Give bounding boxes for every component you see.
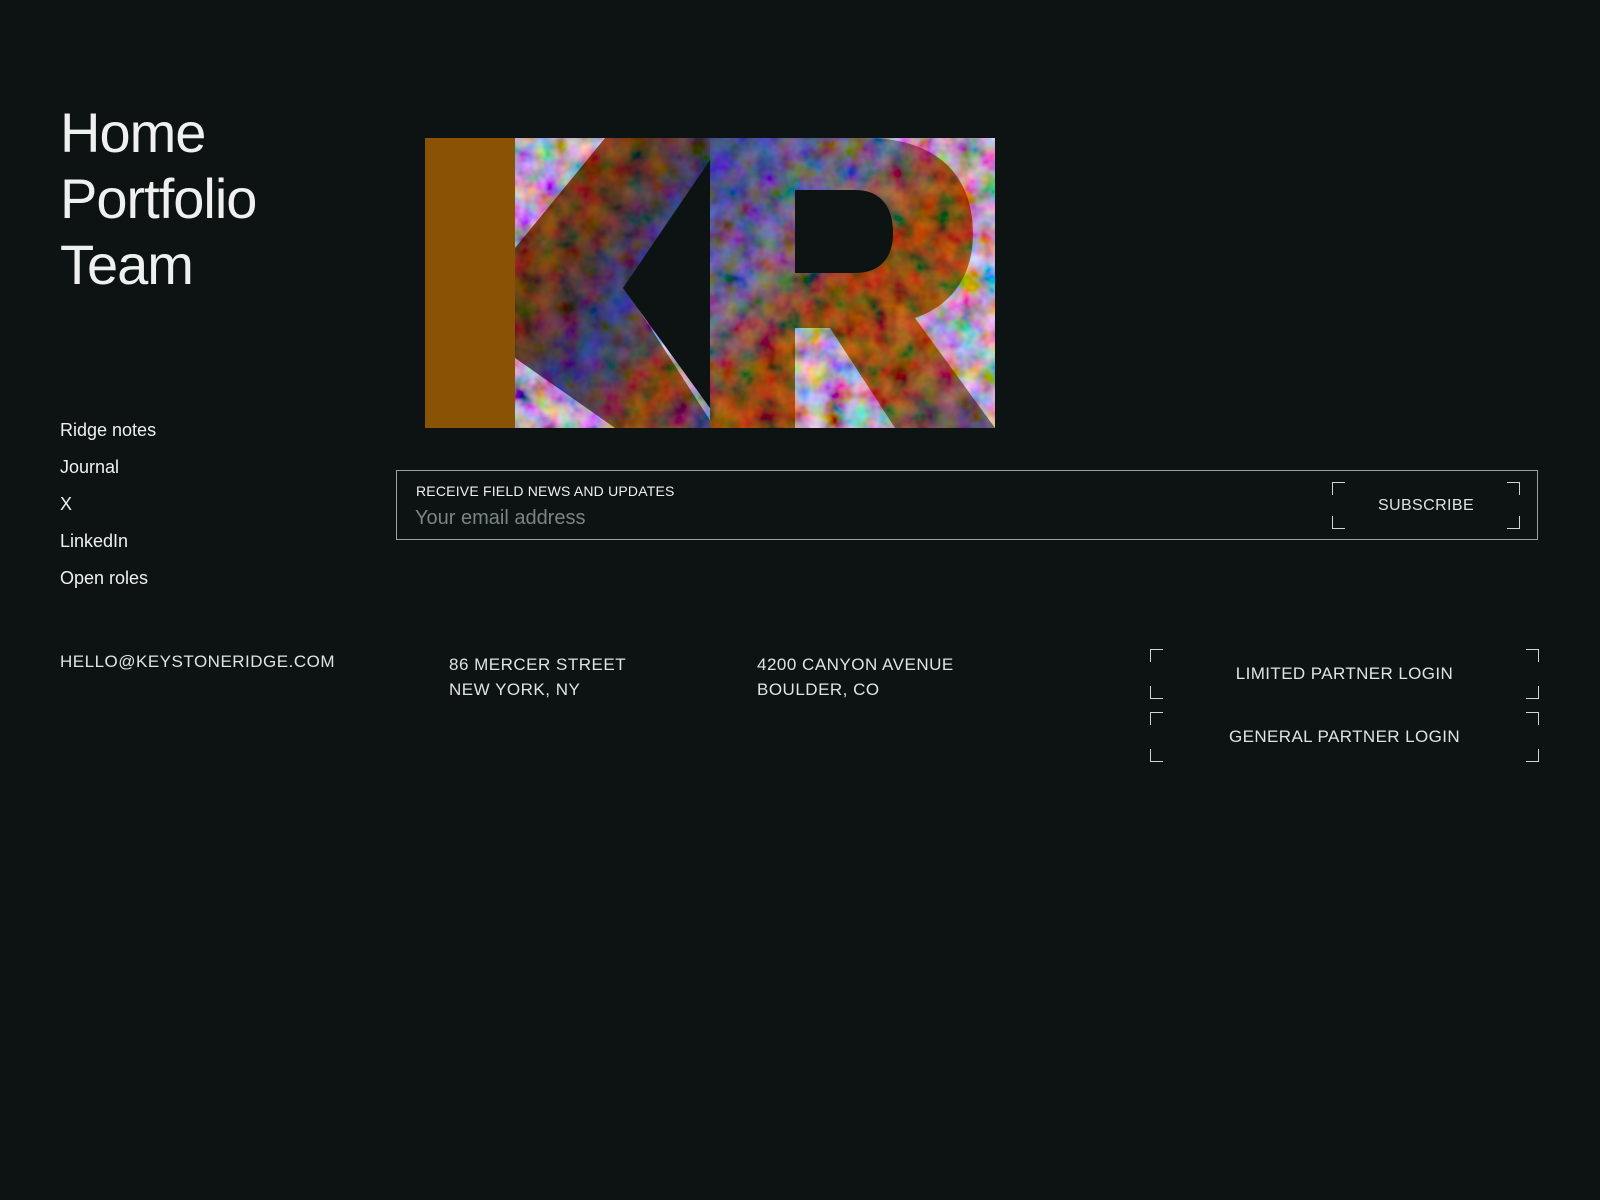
corner-bracket	[1526, 649, 1539, 662]
gp-login-label: GENERAL PARTNER LOGIN	[1228, 727, 1461, 746]
contact-email-link[interactable]: HELLO@KEYSTONERIDGE.COM	[60, 652, 335, 672]
address-line: 86 MERCER STREET	[449, 655, 627, 674]
newsletter-form: RECEIVE FIELD NEWS AND UPDATES SUBSCRIBE	[396, 470, 1538, 540]
x-link[interactable]: X	[60, 486, 156, 523]
subscribe-button[interactable]: SUBSCRIBE	[1332, 482, 1520, 529]
secondary-nav: Ridge notes Journal X LinkedIn Open role…	[60, 412, 156, 597]
page: Home Portfolio Team Ridge notes Journal …	[0, 0, 1600, 1200]
nav-portfolio-link[interactable]: Portfolio	[60, 166, 257, 232]
subscribe-label: SUBSCRIBE	[1377, 496, 1475, 514]
linkedin-link[interactable]: LinkedIn	[60, 523, 156, 560]
corner-bracket	[1150, 712, 1163, 725]
k-stem-shape	[425, 138, 515, 428]
limited-partner-login-button[interactable]: LIMITED PARTNER LOGIN	[1150, 649, 1539, 699]
email-input[interactable]	[415, 505, 1275, 531]
address-boulder: 4200 CANYON AVENUE BOULDER, CO	[757, 652, 954, 702]
kr-logo-graphic	[425, 138, 995, 428]
address-line: NEW YORK, NY	[449, 680, 581, 699]
r-counter-shape	[795, 190, 893, 273]
r-letter-shape	[710, 138, 995, 428]
corner-bracket	[1150, 686, 1163, 699]
corner-bracket	[1507, 516, 1520, 529]
ridge-notes-link[interactable]: Ridge notes	[60, 412, 156, 449]
corner-bracket	[1526, 749, 1539, 762]
primary-nav: Home Portfolio Team	[60, 100, 257, 298]
nav-home-link[interactable]: Home	[60, 100, 256, 166]
corner-bracket	[1150, 749, 1163, 762]
corner-bracket	[1507, 482, 1520, 495]
corner-bracket	[1526, 686, 1539, 699]
address-line: 4200 CANYON AVENUE	[757, 655, 954, 674]
journal-link[interactable]: Journal	[60, 449, 156, 486]
corner-bracket	[1150, 649, 1163, 662]
newsletter-label: RECEIVE FIELD NEWS AND UPDATES	[416, 483, 675, 499]
corner-bracket	[1526, 712, 1539, 725]
lp-login-label: LIMITED PARTNER LOGIN	[1235, 664, 1454, 683]
general-partner-login-button[interactable]: GENERAL PARTNER LOGIN	[1150, 712, 1539, 762]
corner-bracket	[1332, 482, 1345, 495]
corner-bracket	[1332, 516, 1345, 529]
address-new-york: 86 MERCER STREET NEW YORK, NY	[449, 652, 626, 702]
kr-monogram-logo	[425, 138, 995, 428]
nav-team-link[interactable]: Team	[60, 232, 256, 298]
open-roles-link[interactable]: Open roles	[60, 560, 156, 597]
address-line: BOULDER, CO	[757, 680, 880, 699]
